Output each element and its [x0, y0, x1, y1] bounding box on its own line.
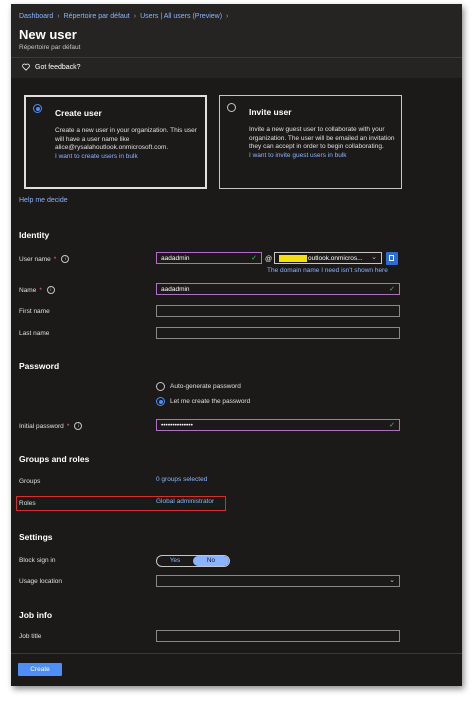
- bulk-create-link[interactable]: I want to create users in bulk: [55, 153, 207, 162]
- chevron-right-icon: ›: [133, 13, 137, 20]
- at-sign: @: [265, 256, 273, 263]
- create-user-desc-text: Create a new user in your organization. …: [55, 127, 197, 152]
- create-user-title: Create user: [55, 108, 102, 118]
- username-input[interactable]: aadadmin ✓: [156, 252, 262, 264]
- breadcrumb-users[interactable]: Users | All users (Preview): [140, 13, 222, 20]
- header-divider: [11, 57, 462, 58]
- manual-password-option[interactable]: Let me create the password: [156, 397, 250, 406]
- breadcrumb: Dashboard › Répertoire par défaut › Users | …: [19, 13, 232, 20]
- domain-not-shown-link[interactable]: The domain name I need isn't shown here: [267, 267, 388, 274]
- feedback-label: Got feedback?: [35, 63, 81, 71]
- chevron-right-icon: ›: [57, 13, 60, 20]
- lastname-label: Last name: [19, 330, 50, 337]
- invite-user-option[interactable]: Invite user Invite a new guest user to c…: [219, 95, 402, 189]
- required-asterisk: *: [39, 286, 42, 294]
- usage-location-label: Usage location: [19, 578, 62, 585]
- auto-generate-label: Auto-generate password: [170, 383, 241, 390]
- firstname-input[interactable]: [156, 305, 400, 317]
- footer-divider: [11, 653, 462, 654]
- toggle-no[interactable]: No: [193, 556, 229, 566]
- auto-generate-radio[interactable]: [156, 382, 165, 391]
- name-label-text: Name: [19, 286, 37, 294]
- initial-password-value: ••••••••••••••: [161, 422, 193, 429]
- job-info-heading: Job info: [19, 610, 53, 620]
- check-icon: ✓: [389, 422, 395, 429]
- page-subtitle: Répertoire par défaut: [19, 44, 81, 51]
- toggle-yes[interactable]: Yes: [157, 556, 193, 566]
- username-label-text: User name: [19, 255, 51, 263]
- username-value: aadadmin: [161, 255, 190, 262]
- roles-link[interactable]: Global administrator: [156, 498, 214, 505]
- breadcrumb-dashboard[interactable]: Dashboard: [19, 13, 53, 20]
- new-user-blade: Dashboard › Répertoire par défaut › Users | …: [11, 4, 462, 686]
- name-label: Name * i: [19, 286, 55, 294]
- firstname-label: First name: [19, 308, 50, 315]
- job-title-input[interactable]: [156, 630, 400, 642]
- check-icon: ✓: [389, 286, 395, 293]
- create-user-option[interactable]: Create user Create a new user in your or…: [24, 95, 207, 189]
- initial-password-input[interactable]: •••••••••••••• ✓: [156, 419, 400, 431]
- chevron-down-icon: ⌄: [371, 254, 377, 261]
- blade-header: Dashboard › Répertoire par défaut › Users | …: [11, 4, 462, 78]
- groups-selected-link[interactable]: 0 groups selected: [156, 476, 207, 483]
- required-asterisk: *: [66, 422, 70, 430]
- feedback-button[interactable]: Got feedback?: [22, 63, 81, 71]
- create-user-desc: Create a new user in your organization. …: [55, 127, 207, 161]
- chevron-right-icon: ›: [226, 13, 229, 20]
- domain-value: outlook.onmicros...: [308, 255, 363, 263]
- domain-select[interactable]: outlook.onmicros... ⌄: [274, 252, 382, 264]
- bulk-invite-link[interactable]: I want to invite guest users in bulk: [249, 152, 401, 161]
- name-input[interactable]: aadadmin ✓: [156, 283, 400, 295]
- redacted-highlight: [279, 255, 307, 262]
- manual-password-label: Let me create the password: [170, 398, 251, 405]
- chevron-down-icon: ⌄: [389, 577, 395, 584]
- initial-password-label: Initial password * i: [19, 422, 83, 430]
- manual-password-radio[interactable]: [156, 397, 165, 406]
- invite-user-desc-text: Invite a new guest user to collaborate w…: [249, 126, 395, 151]
- create-button[interactable]: Create: [18, 663, 62, 676]
- breadcrumb-directory[interactable]: Répertoire par défaut: [64, 13, 130, 20]
- lastname-input[interactable]: [156, 327, 400, 339]
- initial-password-label-text: Initial password: [19, 422, 64, 430]
- usage-location-select[interactable]: ⌄: [156, 575, 400, 587]
- block-sign-in-label: Block sign in: [19, 557, 56, 564]
- identity-heading: Identity: [19, 230, 50, 240]
- info-icon[interactable]: i: [46, 286, 55, 294]
- password-heading: Password: [19, 361, 60, 371]
- heart-icon: [22, 63, 30, 71]
- groups-label: Groups: [19, 478, 41, 485]
- invite-user-desc: Invite a new guest user to collaborate w…: [249, 126, 401, 160]
- auto-generate-option[interactable]: Auto-generate password: [156, 382, 241, 391]
- required-asterisk: *: [53, 255, 57, 263]
- name-value: aadadmin: [161, 286, 190, 293]
- help-me-decide-link[interactable]: Help me decide: [19, 197, 68, 204]
- info-icon[interactable]: i: [74, 422, 83, 430]
- page-title: New user: [19, 27, 77, 42]
- username-label: User name * i: [19, 255, 70, 263]
- copy-icon[interactable]: [386, 252, 398, 265]
- invite-user-radio[interactable]: [227, 103, 236, 112]
- check-icon: ✓: [251, 255, 257, 262]
- job-title-label: Job title: [19, 633, 42, 640]
- block-sign-in-toggle[interactable]: Yes No: [156, 555, 230, 567]
- settings-heading: Settings: [19, 532, 53, 542]
- info-icon[interactable]: i: [61, 255, 70, 263]
- create-user-radio[interactable]: [33, 104, 42, 113]
- invite-user-title: Invite user: [249, 107, 292, 117]
- groups-roles-heading: Groups and roles: [19, 454, 90, 464]
- roles-label: Roles: [19, 500, 36, 507]
